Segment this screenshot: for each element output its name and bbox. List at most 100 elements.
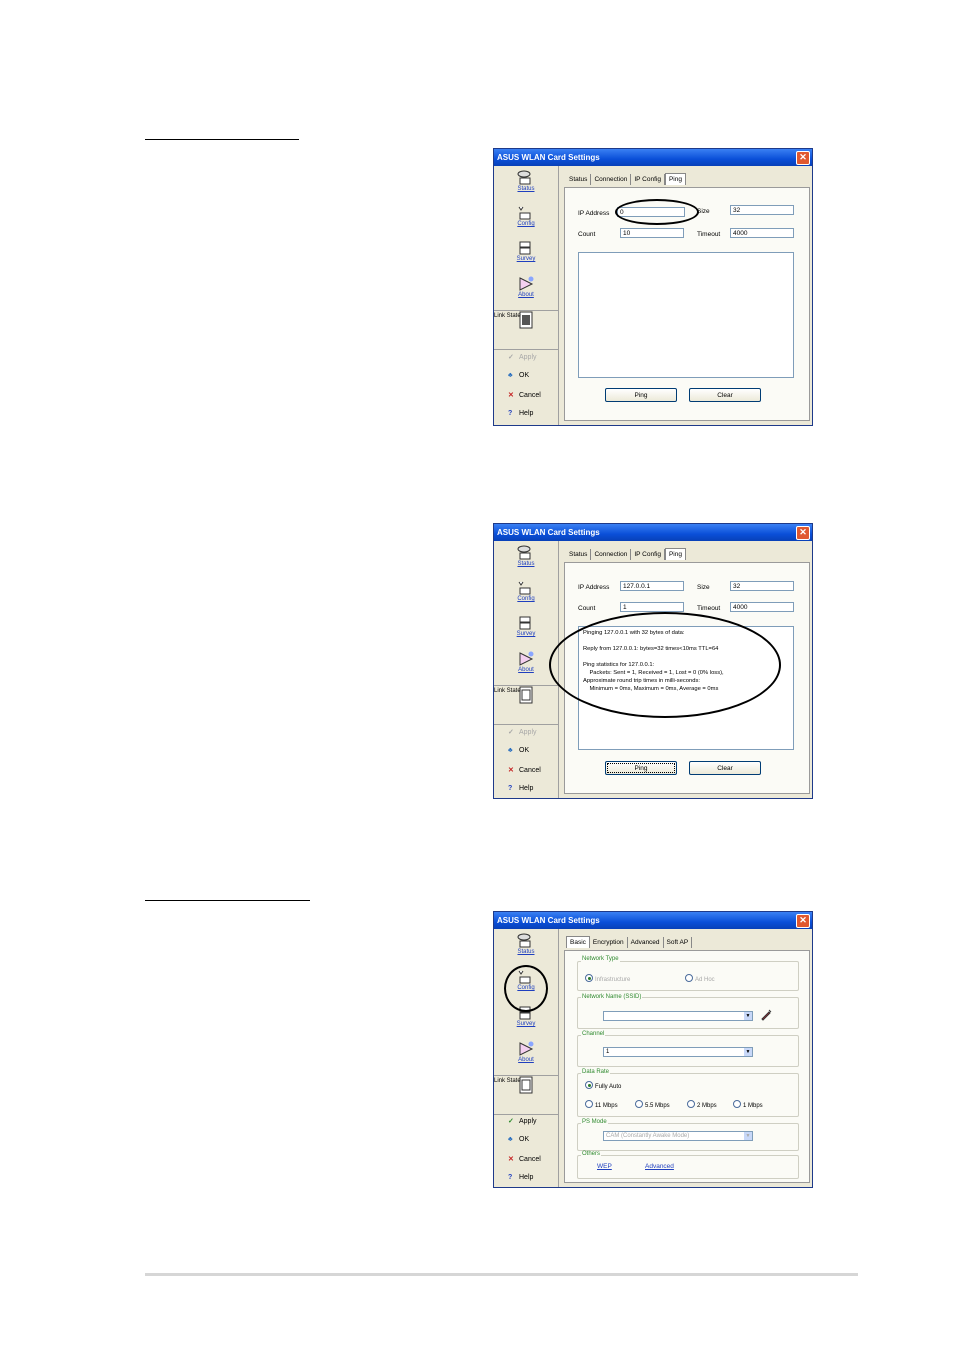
timeout-input[interactable]: 4000: [730, 602, 794, 612]
nav-survey[interactable]: Survey: [494, 615, 558, 637]
cancel-label: Cancel: [519, 392, 541, 399]
close-button[interactable]: ✕: [796, 914, 810, 928]
ok-button[interactable]: ♣ OK: [508, 372, 529, 379]
highlight-ellipse-config: [504, 965, 548, 1012]
fully-auto-radio[interactable]: Fully Auto: [585, 1081, 621, 1090]
timeout-label: Timeout: [697, 231, 721, 238]
tab-basic[interactable]: Basic: [566, 936, 590, 948]
settings-window-ping-empty: ASUS WLAN Card Settings ✕ Status Config …: [493, 148, 813, 426]
link-state[interactable]: Link State: [494, 685, 558, 725]
help-button[interactable]: ? Help: [508, 410, 533, 417]
cancel-button[interactable]: ✕ Cancel: [508, 766, 541, 774]
tab-ping[interactable]: Ping: [664, 173, 686, 185]
help-label: Help: [519, 410, 534, 417]
ip-address-input[interactable]: 127.0.0.1: [620, 581, 684, 591]
count-input[interactable]: 1: [620, 602, 684, 612]
nav-about[interactable]: About: [494, 1041, 558, 1063]
radio-dot: [733, 1100, 741, 1108]
survey-icon: [519, 241, 531, 255]
nav-status[interactable]: Status: [494, 170, 558, 192]
apply-button[interactable]: ✓ Apply: [508, 353, 537, 361]
adhoc-radio[interactable]: Ad Hoc: [685, 974, 715, 983]
tab-status[interactable]: Status: [566, 174, 592, 185]
status-icon: [517, 545, 531, 560]
radio-dot: [685, 974, 693, 982]
size-input[interactable]: 32: [730, 205, 794, 215]
check-icon: ✓: [508, 1118, 514, 1125]
rate-1-radio[interactable]: 1 Mbps: [733, 1100, 763, 1109]
nav-about-label: About: [518, 292, 534, 298]
check-icon: ✓: [508, 354, 514, 361]
radio-dot: [687, 1100, 695, 1108]
tab-ip-config[interactable]: IP Config: [631, 174, 665, 185]
link-state-label: Link State: [494, 1078, 521, 1084]
channel-combo[interactable]: 1 ▼: [603, 1047, 753, 1057]
link-state[interactable]: Link State: [494, 310, 558, 350]
tab-connection[interactable]: Connection: [591, 174, 632, 185]
cancel-button[interactable]: ✕ Cancel: [508, 1155, 541, 1163]
ok-button[interactable]: ♣ OK: [508, 747, 529, 754]
close-button[interactable]: ✕: [796, 526, 810, 540]
help-label: Help: [519, 785, 534, 792]
timeout-input[interactable]: 4000: [730, 228, 794, 238]
tab-encryption[interactable]: Encryption: [590, 937, 628, 948]
tab-advanced[interactable]: Advanced: [628, 937, 664, 948]
ping-button[interactable]: Ping: [605, 761, 677, 775]
network-type-title: Network Type: [581, 956, 620, 962]
tab-ip-config[interactable]: IP Config: [631, 549, 665, 560]
ok-button[interactable]: ♣ OK: [508, 1136, 529, 1143]
nav-status[interactable]: Status: [494, 545, 558, 567]
nav-status[interactable]: Status: [494, 933, 558, 955]
timeout-label: Timeout: [697, 605, 721, 612]
footer-rule: [145, 1273, 858, 1276]
cancel-button[interactable]: ✕ Cancel: [508, 391, 541, 399]
config-icon: [518, 206, 531, 220]
ok-label: OK: [519, 372, 530, 379]
infrastructure-radio[interactable]: Infrastructure: [585, 974, 630, 983]
nav-survey-label: Survey: [516, 1021, 536, 1027]
help-button[interactable]: ? Help: [508, 1174, 533, 1181]
nav-config-label: Config: [517, 221, 535, 227]
edit-icon[interactable]: [760, 1009, 772, 1021]
tab-strip: Status Connection IP Config Ping: [566, 548, 686, 562]
link-state[interactable]: Link State: [494, 1075, 558, 1115]
radio-dot: [585, 1081, 593, 1089]
rate-5-5-radio[interactable]: 5.5 Mbps: [635, 1100, 670, 1109]
ssid-combo[interactable]: ▼: [603, 1011, 753, 1021]
count-input[interactable]: 10: [620, 228, 684, 238]
rate-2-radio[interactable]: 2 Mbps: [687, 1100, 717, 1109]
clear-button[interactable]: Clear: [689, 761, 761, 775]
sidebar: Status Config Survey About Link State ✓ A…: [494, 166, 559, 425]
nav-config[interactable]: Config: [494, 205, 558, 227]
nav-about-label: About: [518, 1057, 534, 1063]
size-input[interactable]: 32: [730, 581, 794, 591]
ping-button[interactable]: Ping: [605, 388, 677, 402]
advanced-link[interactable]: Advanced: [645, 1163, 674, 1170]
tab-soft-ap[interactable]: Soft AP: [664, 937, 693, 948]
infrastructure-label: Infrastructure: [595, 977, 631, 983]
size-label: Size: [697, 584, 710, 591]
ping-output[interactable]: [578, 252, 794, 378]
ok-label: OK: [519, 1136, 530, 1143]
help-icon: ?: [508, 1174, 513, 1181]
radio-dot: [585, 1100, 593, 1108]
clear-button[interactable]: Clear: [689, 388, 761, 402]
count-label: Count: [578, 605, 596, 612]
nav-survey[interactable]: Survey: [494, 240, 558, 262]
ps-mode-combo[interactable]: CAM (Constantly Awake Mode) ▼: [603, 1131, 753, 1141]
wep-link[interactable]: WEP: [597, 1163, 612, 1170]
settings-window-ping-result: ASUS WLAN Card Settings ✕ Status Config …: [493, 523, 813, 799]
help-icon: ?: [508, 410, 513, 417]
help-button[interactable]: ? Help: [508, 785, 533, 792]
tab-status[interactable]: Status: [566, 549, 592, 560]
tab-ping[interactable]: Ping: [664, 548, 686, 560]
rate-11-radio[interactable]: 11 Mbps: [585, 1100, 618, 1109]
apply-button[interactable]: ✓ Apply: [508, 728, 537, 736]
tab-connection[interactable]: Connection: [591, 549, 632, 560]
ok-label: OK: [519, 747, 530, 754]
cancel-icon: ✕: [508, 392, 514, 399]
apply-button[interactable]: ✓ Apply: [508, 1117, 537, 1125]
nav-about[interactable]: About: [494, 276, 558, 298]
close-button[interactable]: ✕: [796, 151, 810, 165]
nav-config[interactable]: Config: [494, 580, 558, 602]
